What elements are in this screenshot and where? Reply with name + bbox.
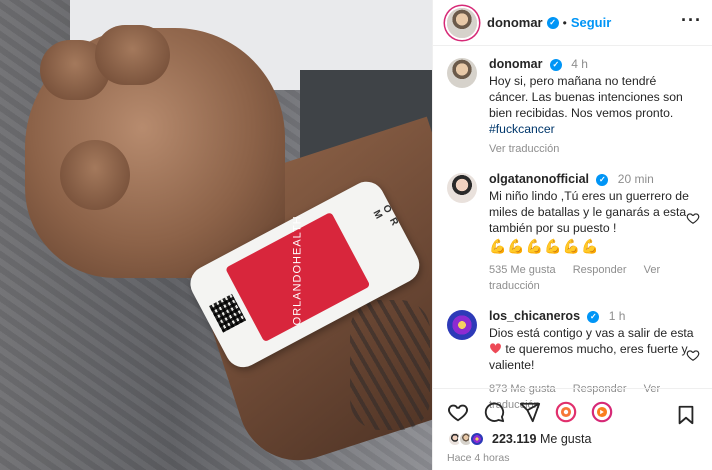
comment-time[interactable]: 20 min [618, 172, 654, 186]
comment-text-part: te queremos mucho, eres fuerte y valient… [489, 342, 688, 372]
wristband-text: ORLANDOHEALTH [291, 215, 304, 326]
heart-icon[interactable] [686, 211, 700, 225]
avatar[interactable] [447, 310, 477, 340]
post-actions: 223.119 Me gusta Hace 4 horas [433, 388, 712, 470]
verified-icon: ✓ [549, 59, 562, 71]
knuckle [60, 140, 130, 210]
likes-label: Me gusta [539, 432, 592, 446]
likes-summary[interactable]: 223.119 Me gusta [433, 423, 712, 447]
comment-likes[interactable]: 535 Me gusta [489, 264, 556, 276]
comment-icon [484, 402, 505, 423]
share-button[interactable] [519, 401, 541, 423]
separator-dot: • [562, 15, 567, 30]
avatar[interactable] [447, 7, 477, 38]
translate-link[interactable]: Ver traducción [489, 143, 559, 155]
comment-text: Dios está contigo y vas a salir de esta … [489, 325, 698, 373]
verified-icon: ✓ [587, 311, 600, 323]
verified-icon: ✓ [596, 174, 609, 186]
likes-count[interactable]: 223.119 [492, 432, 537, 446]
comment-text-part: Dios está contigo y vas a salir de esta [489, 326, 694, 340]
story-icon [555, 401, 577, 423]
post-sidebar: donomar ✓ • Seguir ··· donomar ✓ 4 h Hoy… [432, 0, 712, 470]
tattoo [350, 300, 430, 430]
flexed-biceps-emojis: 💪💪💪💪💪💪 [489, 238, 600, 254]
hashtag-link[interactable]: #fuckcancer [489, 121, 698, 137]
share-icon [519, 402, 541, 423]
verified-icon: ✓ [546, 16, 559, 29]
caption-username[interactable]: donomar [489, 57, 542, 71]
reply-button[interactable]: Responder [573, 264, 627, 276]
save-button[interactable] [675, 404, 697, 426]
heart-icon [448, 404, 468, 422]
comment: olgatanonofficial ✓ 20 min Mi niño lindo… [447, 171, 700, 294]
caption: donomar ✓ 4 h Hoy si, pero mañana no ten… [447, 56, 698, 157]
comment-text: Mi niño lindo ,Tú eres un guerrero de mi… [489, 189, 689, 235]
red-heart-icon [490, 343, 501, 354]
comment-button[interactable] [483, 401, 505, 423]
story-button[interactable] [555, 401, 577, 423]
heart-icon[interactable] [686, 348, 700, 362]
more-options-icon[interactable]: ··· [681, 10, 702, 31]
comment-time[interactable]: 1 h [609, 309, 626, 323]
avatar [469, 431, 485, 447]
post-time[interactable]: Hace 4 horas [433, 447, 712, 464]
author-username[interactable]: donomar [487, 15, 543, 30]
avatar[interactable] [447, 173, 477, 203]
caption-time[interactable]: 4 h [571, 57, 588, 71]
reels-button[interactable] [591, 401, 613, 423]
comments-list: donomar ✓ 4 h Hoy si, pero mañana no ten… [433, 46, 712, 413]
caption-text: Hoy si, pero mañana no tendré cáncer. La… [489, 74, 683, 120]
follow-button[interactable]: Seguir [571, 15, 611, 30]
avatar[interactable] [447, 58, 477, 88]
post-photo[interactable]: ORLANDOHEALTH O R M [0, 0, 432, 470]
reels-story-icon [591, 401, 613, 423]
knuckle [95, 25, 170, 85]
comment-username[interactable]: los_chicaneros [489, 309, 580, 323]
like-button[interactable] [447, 401, 469, 423]
comment-username[interactable]: olgatanonofficial [489, 172, 589, 186]
post-header: donomar ✓ • Seguir ··· [433, 0, 712, 46]
bookmark-icon [678, 405, 694, 425]
